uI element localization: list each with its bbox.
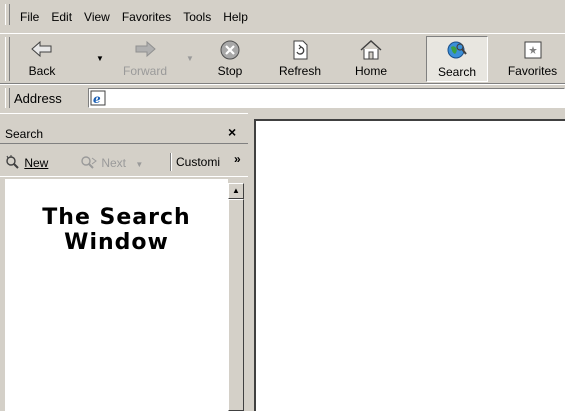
- search-globe-icon: [427, 39, 487, 65]
- forward-arrow-icon: [112, 38, 178, 64]
- favorites-button[interactable]: Favorites: [500, 36, 565, 82]
- address-input[interactable]: e: [88, 88, 565, 108]
- menu-tools[interactable]: Tools: [177, 10, 217, 24]
- search-explorer-pane: Search × New Next ▼ Customi » The Search…: [0, 113, 248, 411]
- toolbar-grip[interactable]: [5, 37, 10, 81]
- menu-items: File Edit View Favorites Tools Help: [14, 10, 254, 24]
- refresh-label: Refresh: [278, 64, 322, 78]
- menu-help[interactable]: Help: [217, 10, 254, 24]
- heading-line-2: Window: [64, 230, 169, 255]
- refresh-button[interactable]: Refresh: [270, 36, 330, 82]
- back-label: Back: [28, 64, 56, 78]
- standard-toolbar: Back ▼ Forward ▼ Stop Refresh Home Searc…: [0, 33, 565, 84]
- home-button[interactable]: Home: [344, 36, 398, 82]
- menu-bar-grip[interactable]: [5, 4, 10, 25]
- new-search-button[interactable]: New: [5, 155, 48, 170]
- next-search-label: Next: [101, 156, 127, 170]
- next-dropdown-arrow: ▼: [135, 160, 144, 169]
- menu-view[interactable]: View: [78, 10, 116, 24]
- stop-label: Stop: [217, 64, 243, 78]
- favorites-label: Favorites: [507, 64, 558, 78]
- home-label: Home: [354, 64, 387, 78]
- forward-dropdown-arrow: ▼: [186, 54, 194, 63]
- next-search-button: Next ▼: [80, 155, 143, 170]
- search-window-heading: The Search Window: [5, 205, 228, 255]
- ie-page-icon: e: [90, 90, 106, 106]
- search-pane-header: Search ×: [0, 113, 248, 143]
- next-search-icon: [81, 156, 97, 169]
- stop-icon: [206, 38, 254, 64]
- favorites-icon: [500, 38, 565, 64]
- address-bar: Address e: [0, 84, 565, 112]
- forward-button[interactable]: Forward: [112, 36, 178, 82]
- heading-line-1: The Search: [42, 205, 191, 230]
- menu-file[interactable]: File: [14, 10, 45, 24]
- home-icon: [344, 38, 398, 64]
- search-label: Search: [437, 65, 477, 79]
- forward-label: Forward: [122, 64, 167, 78]
- refresh-icon: [270, 38, 330, 64]
- address-label: Address: [14, 91, 62, 106]
- new-search-icon: [6, 155, 19, 169]
- scroll-up-arrow-icon[interactable]: ▲: [228, 183, 244, 199]
- browser-content-area[interactable]: [254, 119, 565, 411]
- search-button[interactable]: Search: [426, 36, 488, 82]
- menu-edit[interactable]: Edit: [45, 10, 78, 24]
- back-arrow-icon: [14, 38, 70, 64]
- menu-favorites[interactable]: Favorites: [116, 10, 177, 24]
- close-icon[interactable]: ×: [228, 124, 236, 140]
- svg-text:e: e: [93, 92, 101, 106]
- customize-button[interactable]: Customi: [176, 155, 220, 169]
- scroll-thumb[interactable]: [228, 199, 244, 411]
- back-button[interactable]: Back: [14, 36, 70, 82]
- search-pane-toolbar: New Next ▼ Customi »: [0, 143, 248, 177]
- address-bar-grip[interactable]: [5, 88, 10, 108]
- search-pane-title: Search: [5, 127, 44, 141]
- search-pane-content: The Search Window: [5, 179, 228, 411]
- back-dropdown-arrow[interactable]: ▼: [96, 54, 104, 63]
- pane-toolbar-separator: [170, 153, 172, 171]
- new-search-label: New: [24, 156, 49, 170]
- search-pane-scrollbar[interactable]: ▲: [228, 183, 244, 411]
- stop-button[interactable]: Stop: [206, 36, 254, 82]
- more-chevron-icon[interactable]: »: [234, 152, 241, 166]
- menu-bar: File Edit View Favorites Tools Help: [0, 0, 565, 33]
